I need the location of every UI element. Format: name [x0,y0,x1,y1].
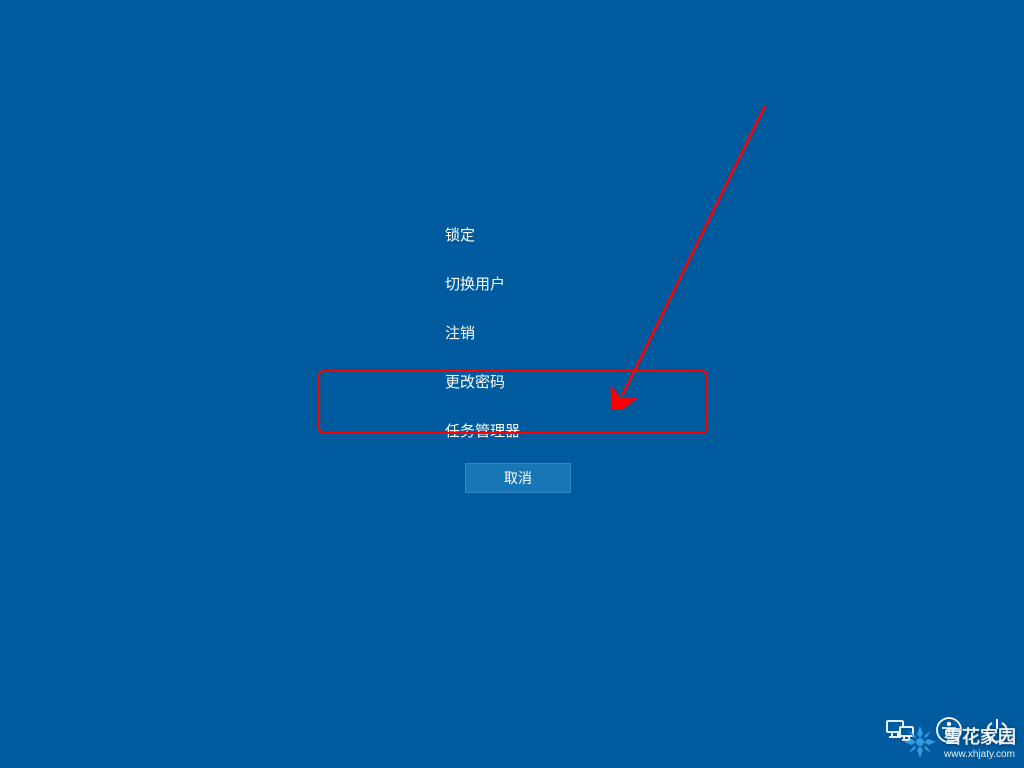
menu-item-sign-out[interactable]: 注销 [445,308,520,357]
watermark-title: 雪花家园 [944,723,1016,749]
watermark-url: www.xhjaty.com [944,749,1015,760]
security-options-menu: 锁定 切换用户 注销 更改密码 任务管理器 [445,210,520,455]
annotation-arrow [600,100,780,410]
cancel-button[interactable]: 取消 [465,463,571,493]
menu-item-task-manager[interactable]: 任务管理器 [445,406,520,455]
watermark-logo-icon [902,724,938,760]
menu-item-switch-user[interactable]: 切换用户 [445,259,520,308]
watermark: 雪花家园 www.xhjaty.com [902,723,1016,760]
menu-item-change-password[interactable]: 更改密码 [445,357,520,406]
menu-item-lock[interactable]: 锁定 [445,210,520,259]
